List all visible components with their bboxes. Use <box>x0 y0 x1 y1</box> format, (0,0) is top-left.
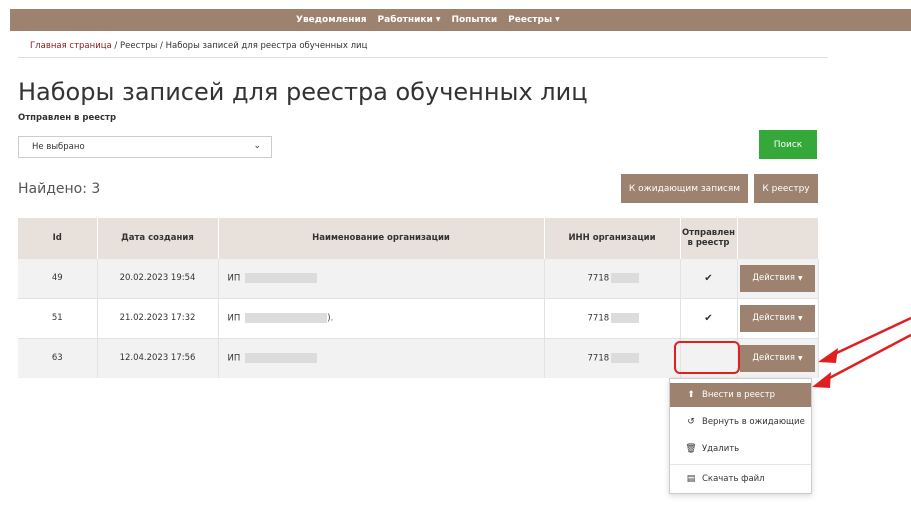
annotation-arrowhead <box>812 372 831 388</box>
annotation-arrow-line <box>825 316 911 360</box>
annotation-arrows <box>812 316 911 388</box>
annotation-arrowhead <box>818 348 838 363</box>
